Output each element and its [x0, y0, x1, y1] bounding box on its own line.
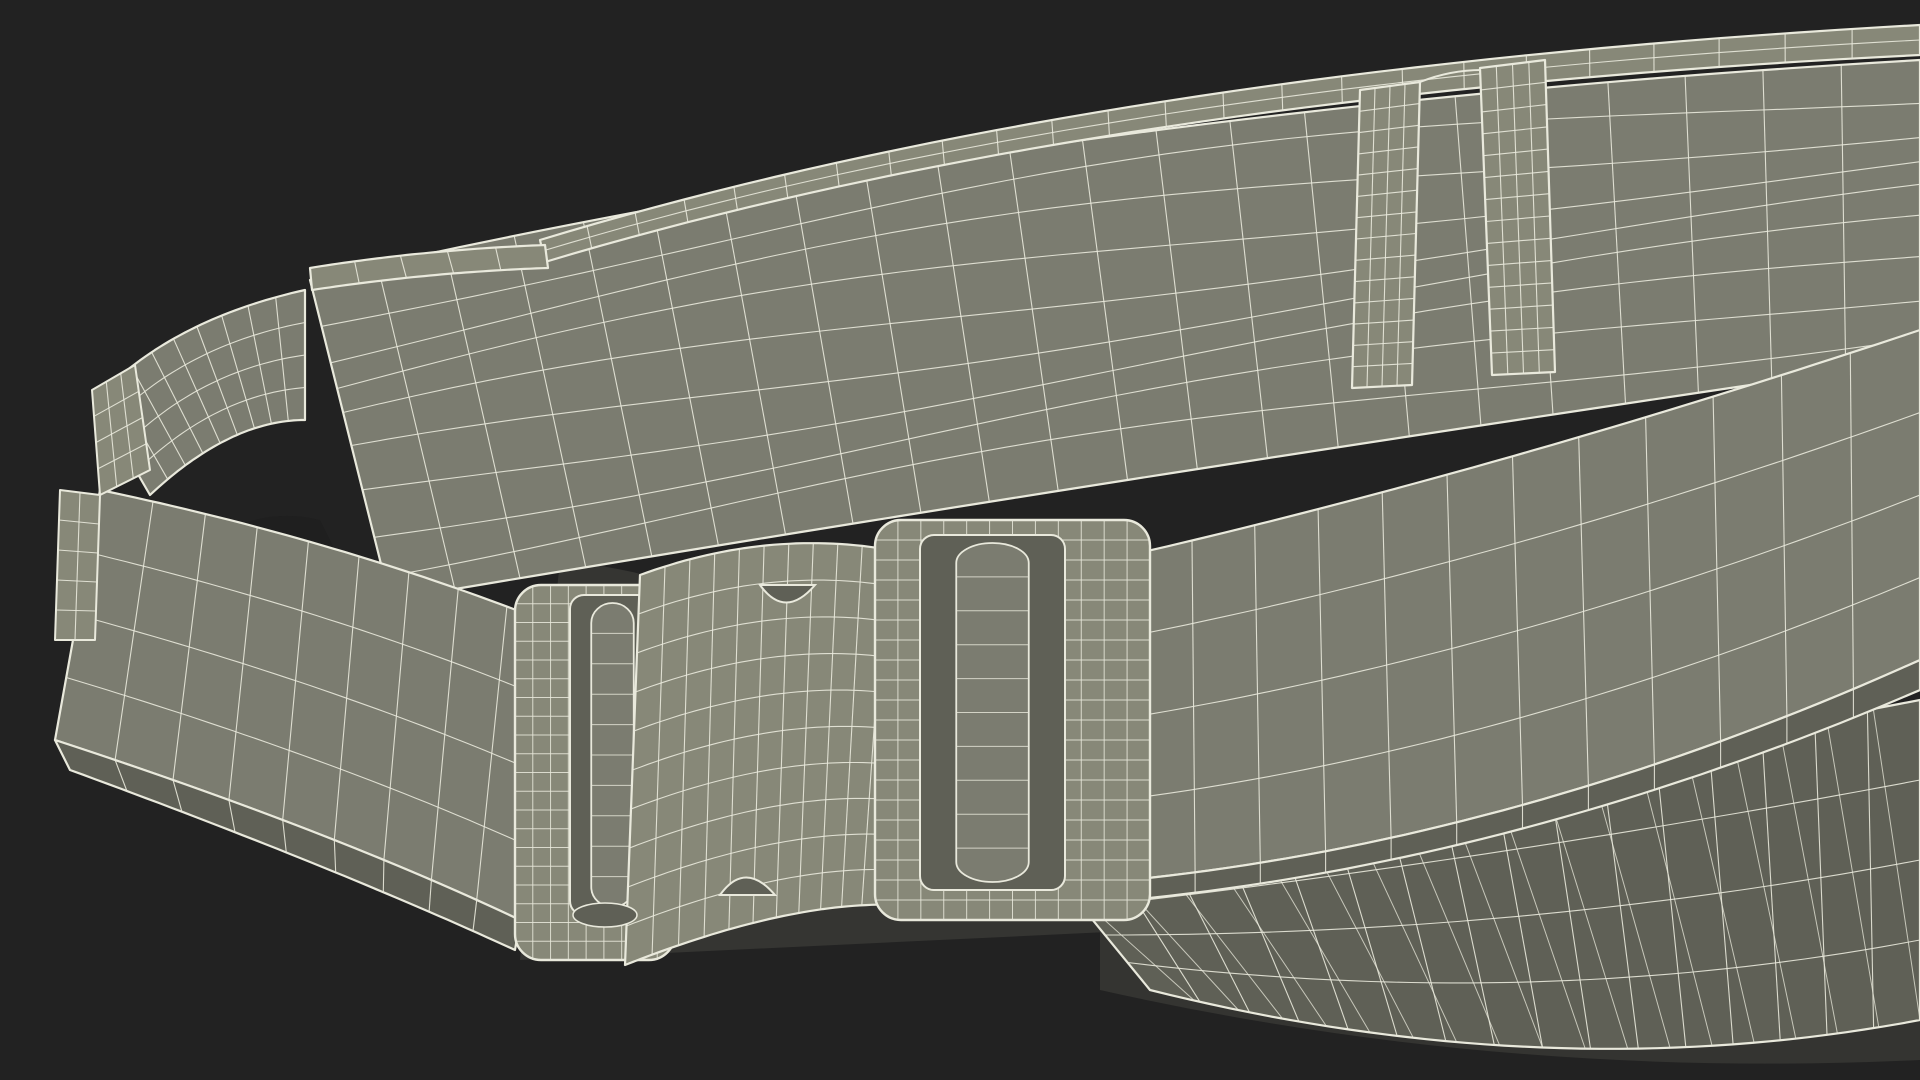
top-rim-wire-col: [1341, 76, 1343, 103]
strap-loop-b: [1478, 58, 1557, 377]
buckle-frame-right: [873, 518, 1152, 922]
left-strap-underside-wire-col: [382, 859, 385, 893]
buckle-hinge-left: [572, 902, 638, 928]
wireframe-render-viewport: [0, 0, 1920, 1080]
